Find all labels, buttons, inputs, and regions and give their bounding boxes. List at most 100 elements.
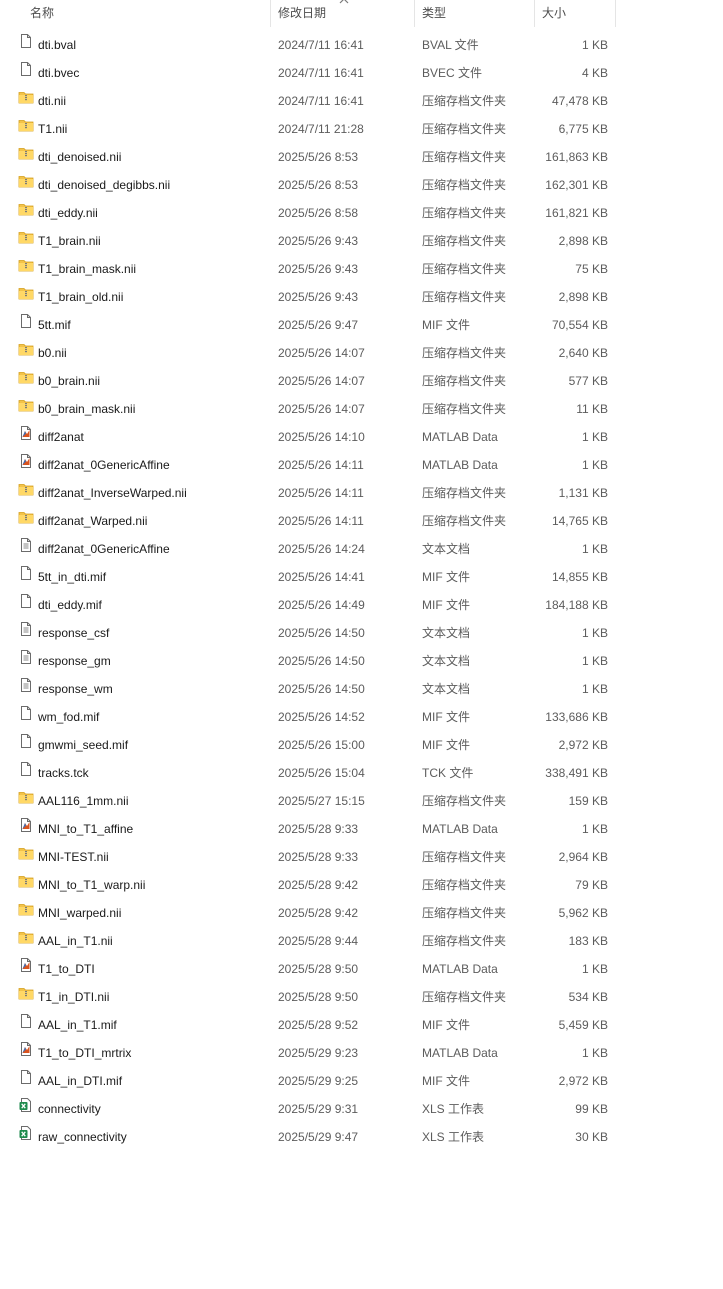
file-size: 2,972 KB: [558, 1074, 608, 1088]
file-name: 5tt_in_dti.mif: [38, 570, 107, 584]
file-type: MIF 文件: [422, 738, 470, 752]
file-size: 159 KB: [568, 794, 608, 808]
file-row[interactable]: diff2anat_0GenericAffine 2025/5/26 14:11 M…: [0, 451, 723, 479]
matlab-file-icon: [18, 955, 34, 983]
file-row[interactable]: b0_brain_mask.nii 2025/5/26 14:07 压缩存档文件夹 1…: [0, 395, 723, 423]
file-name: dti_denoised.nii: [38, 150, 122, 164]
file-row[interactable]: dti_eddy.nii 2025/5/26 8:58 压缩存档文件夹 161,821…: [0, 199, 723, 227]
file-row[interactable]: dti_denoised_degibbs.nii 2025/5/26 8:53 压缩…: [0, 171, 723, 199]
file-row[interactable]: gmwmi_seed.mif 2025/5/26 15:00 MIF 文件 2,972…: [0, 731, 723, 759]
file-name: T1_brain_old.nii: [38, 290, 124, 304]
file-row[interactable]: MNI_to_T1_affine 2025/5/28 9:33 MATLAB Dat…: [0, 815, 723, 843]
file-row[interactable]: dti.nii 2024/7/11 16:41 压缩存档文件夹 47,478 KB: [0, 87, 723, 115]
file-size: 2,898 KB: [558, 290, 608, 304]
zip-folder-icon: [18, 199, 34, 227]
file-row[interactable]: T1_brain_mask.nii 2025/5/26 9:43 压缩存档文件夹 75…: [0, 255, 723, 283]
file-row[interactable]: dti.bval 2024/7/11 16:41 BVAL 文件 1 KB: [0, 31, 723, 59]
file-size: 1 KB: [581, 962, 608, 976]
excel-file-icon: [18, 1123, 34, 1151]
file-row[interactable]: T1_to_DTI_mrtrix 2025/5/29 9:23 MATLAB Dat…: [0, 1039, 723, 1067]
file-row[interactable]: MNI_warped.nii 2025/5/28 9:42 压缩存档文件夹 5,962…: [0, 899, 723, 927]
file-row[interactable]: dti_denoised.nii 2025/5/26 8:53 压缩存档文件夹 161…: [0, 143, 723, 171]
file-row[interactable]: T1_brain_old.nii 2025/5/26 9:43 压缩存档文件夹 2,8…: [0, 283, 723, 311]
file-row[interactable]: T1_in_DTI.nii 2025/5/28 9:50 压缩存档文件夹 534 KB: [0, 983, 723, 1011]
file-row[interactable]: connectivity 2025/5/29 9:31 XLS 工作表 99 KB: [0, 1095, 723, 1123]
zip-folder-icon: [18, 143, 34, 171]
file-type: 压缩存档文件夹: [422, 178, 507, 192]
file-name: AAL116_1mm.nii: [38, 794, 129, 808]
file-row[interactable]: diff2anat_InverseWarped.nii 2025/5/26 14:…: [0, 479, 723, 507]
file-icon: [18, 563, 34, 591]
column-header-size[interactable]: 大小: [542, 0, 566, 27]
file-row[interactable]: diff2anat_Warped.nii 2025/5/26 14:11 压缩存档文…: [0, 507, 723, 535]
file-date: 2025/5/26 14:52: [278, 710, 365, 724]
file-type: 压缩存档文件夹: [422, 906, 507, 920]
excel-file-icon: [18, 1095, 34, 1123]
file-type: 压缩存档文件夹: [422, 234, 507, 248]
zip-folder-icon: [18, 871, 34, 899]
column-header-type[interactable]: 类型: [422, 0, 446, 27]
file-row[interactable]: response_csf 2025/5/26 14:50 文本文档 1 KB: [0, 619, 723, 647]
file-row[interactable]: MNI_to_T1_warp.nii 2025/5/28 9:42 压缩存档文件夹 7…: [0, 871, 723, 899]
file-date: 2025/5/28 9:52: [278, 1018, 359, 1032]
file-row[interactable]: T1_brain.nii 2025/5/26 9:43 压缩存档文件夹 2,898 K…: [0, 227, 723, 255]
sort-ascending-icon: [339, 0, 349, 4]
file-row[interactable]: diff2anat_0GenericAffine 2025/5/26 14:24 文…: [0, 535, 723, 563]
file-name: dti_denoised_degibbs.nii: [38, 178, 171, 192]
file-type: 压缩存档文件夹: [422, 486, 507, 500]
file-icon: [18, 311, 34, 339]
column-divider[interactable]: [414, 0, 415, 27]
file-row[interactable]: raw_connectivity 2025/5/29 9:47 XLS 工作表 30 …: [0, 1123, 723, 1151]
file-type: 压缩存档文件夹: [422, 402, 507, 416]
file-name: dti.nii: [38, 94, 67, 108]
file-date: 2025/5/29 9:31: [278, 1102, 359, 1116]
file-date: 2025/5/26 15:04: [278, 766, 365, 780]
file-size: 6,775 KB: [558, 122, 608, 136]
file-type: MIF 文件: [422, 710, 470, 724]
file-row[interactable]: AAL_in_T1.nii 2025/5/28 9:44 压缩存档文件夹 183 KB: [0, 927, 723, 955]
column-divider[interactable]: [270, 0, 271, 27]
file-date: 2025/5/28 9:42: [278, 906, 359, 920]
file-icon: [18, 59, 34, 87]
column-header-date[interactable]: 修改日期: [278, 0, 326, 27]
file-row[interactable]: T1_to_DTI 2025/5/28 9:50 MATLAB Data 1 KB: [0, 955, 723, 983]
file-row[interactable]: AAL116_1mm.nii 2025/5/27 15:15 压缩存档文件夹 159 …: [0, 787, 723, 815]
file-date: 2025/5/26 14:07: [278, 374, 365, 388]
column-header-name[interactable]: 名称: [30, 0, 54, 27]
file-row[interactable]: T1.nii 2024/7/11 21:28 压缩存档文件夹 6,775 KB: [0, 115, 723, 143]
file-row[interactable]: tracks.tck 2025/5/26 15:04 TCK 文件 338,491 K…: [0, 759, 723, 787]
file-row[interactable]: AAL_in_T1.mif 2025/5/28 9:52 MIF 文件 5,459 K…: [0, 1011, 723, 1039]
file-type: 文本文档: [422, 654, 471, 668]
column-divider[interactable]: [534, 0, 535, 27]
file-date: 2025/5/26 15:00: [278, 738, 365, 752]
zip-folder-icon: [18, 395, 34, 423]
file-size: 2,898 KB: [558, 234, 608, 248]
file-row[interactable]: response_gm 2025/5/26 14:50 文本文档 1 KB: [0, 647, 723, 675]
file-name: MNI-TEST.nii: [38, 850, 109, 864]
column-divider[interactable]: [615, 0, 616, 27]
file-size: 1 KB: [581, 1046, 608, 1060]
file-date: 2025/5/28 9:42: [278, 878, 359, 892]
file-row[interactable]: 5tt_in_dti.mif 2025/5/26 14:41 MIF 文件 14,85…: [0, 563, 723, 591]
file-type: XLS 工作表: [422, 1130, 485, 1144]
column-header: 名称 修改日期 类型 大小: [0, 0, 616, 27]
file-type: 压缩存档文件夹: [422, 514, 507, 528]
file-row[interactable]: wm_fod.mif 2025/5/26 14:52 MIF 文件 133,686 K…: [0, 703, 723, 731]
file-row[interactable]: dti.bvec 2024/7/11 16:41 BVEC 文件 4 KB: [0, 59, 723, 87]
file-icon: [18, 591, 34, 619]
file-row[interactable]: b0.nii 2025/5/26 14:07 压缩存档文件夹 2,640 KB: [0, 339, 723, 367]
file-type: 压缩存档文件夹: [422, 206, 507, 220]
file-row[interactable]: diff2anat 2025/5/26 14:10 MATLAB Data 1 KB: [0, 423, 723, 451]
file-name: dti_eddy.mif: [38, 598, 102, 612]
file-size: 79 KB: [575, 878, 608, 892]
text-file-icon: [18, 647, 34, 675]
file-type: XLS 工作表: [422, 1102, 485, 1116]
file-row[interactable]: AAL_in_DTI.mif 2025/5/29 9:25 MIF 文件 2,972 …: [0, 1067, 723, 1095]
file-type: 压缩存档文件夹: [422, 122, 507, 136]
file-row[interactable]: response_wm 2025/5/26 14:50 文本文档 1 KB: [0, 675, 723, 703]
file-row[interactable]: 5tt.mif 2025/5/26 9:47 MIF 文件 70,554 KB: [0, 311, 723, 339]
file-row[interactable]: b0_brain.nii 2025/5/26 14:07 压缩存档文件夹 577 KB: [0, 367, 723, 395]
file-row[interactable]: dti_eddy.mif 2025/5/26 14:49 MIF 文件 184,188…: [0, 591, 723, 619]
file-row[interactable]: MNI-TEST.nii 2025/5/28 9:33 压缩存档文件夹 2,964 K…: [0, 843, 723, 871]
file-size: 534 KB: [568, 990, 608, 1004]
